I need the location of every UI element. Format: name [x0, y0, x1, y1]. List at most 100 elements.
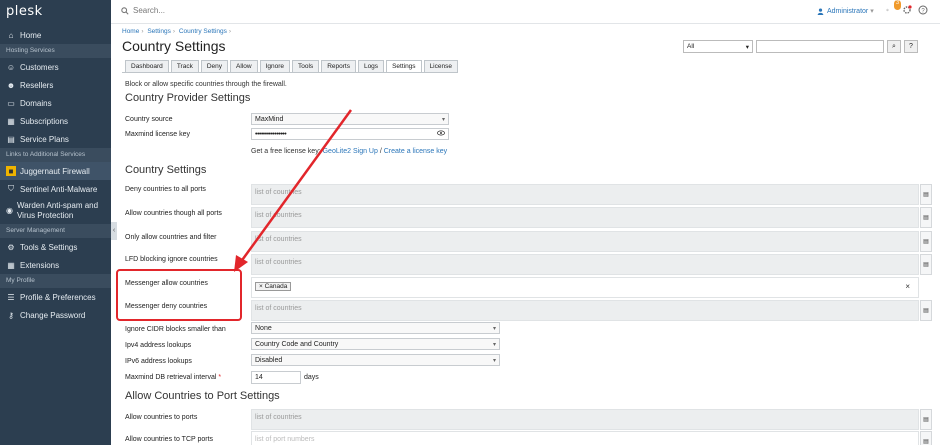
geolite-signup-link[interactable]: GeoLite2 Sign Up [323, 148, 378, 155]
sidebar-section-1: Hosting Services [0, 44, 111, 58]
search-icon [121, 6, 129, 15]
users-icon: ☺ [6, 62, 16, 72]
license-hint-separator: / [379, 148, 382, 155]
sidebar-item-service-plans[interactable]: ▤ Service Plans [0, 130, 111, 148]
sidebar-item-label: Warden Anti-spam and Virus Protection [16, 201, 99, 220]
sidebar-item-label: Profile & Preferences [20, 292, 96, 302]
sidebar-item-label: Extensions [20, 260, 60, 270]
sidebar-item-label: Subscriptions [20, 116, 69, 126]
sidebar-section-11: Server Management [0, 224, 111, 238]
ports-picker-button[interactable]: ▤ [920, 409, 932, 430]
firewall-icon: ◼ [6, 166, 16, 176]
ports-countries-field[interactable]: list of countries [251, 409, 919, 430]
countries-picker-button[interactable]: ▤ [920, 207, 932, 228]
sidebar-item-label: Change Password [20, 310, 86, 320]
breadcrumb-settings[interactable]: Settings [147, 28, 171, 35]
ipv4-value: Country Code and Country [255, 340, 339, 348]
countries-picker-button[interactable]: ▤ [920, 254, 932, 275]
country-source-label: Country source [125, 116, 173, 123]
sidebar-section-7: Links to Additional Services [0, 148, 111, 162]
countries-field[interactable]: list of countries [251, 300, 919, 321]
page-title: Country Settings [122, 38, 226, 54]
country-tag-label: Canada [264, 283, 288, 290]
sidebar-item-extensions[interactable]: ▦ Extensions [0, 256, 111, 274]
country-settings-heading: Country Settings [125, 164, 207, 176]
ipv6-select[interactable]: Disabled ▾ [251, 354, 500, 366]
list-icon: ▤ [923, 439, 929, 445]
cidr-value: None [255, 324, 272, 332]
license-hint: Get a free license key: GeoLite2 Sign Up… [251, 148, 447, 155]
tcp-ports-field[interactable]: list of port numbers [251, 431, 919, 445]
notifications-button[interactable]: 3 [886, 0, 901, 15]
gear-icon [886, 8, 889, 12]
list-filter: All ▾ ⌕ ? [683, 40, 918, 53]
sidebar-item-sentinel-anti-malware[interactable]: ⛉ Sentinel Anti-Malware [0, 180, 111, 198]
caret-down-icon: ▾ [492, 357, 496, 364]
interval-label-text: Maxmind DB retrieval interval [125, 374, 217, 381]
sidebar-item-profile-preferences[interactable]: ☰ Profile & Preferences [0, 288, 111, 306]
interval-input[interactable]: 14 [251, 371, 301, 384]
sidebar-item-home[interactable]: ⌂ Home [0, 26, 111, 44]
breadcrumb: Home › Settings › Country Settings › [122, 28, 232, 35]
sidebar-collapse-toggle[interactable]: ‹ [111, 222, 117, 240]
updates-button[interactable] [902, 5, 912, 15]
sidebar-item-label: Service Plans [20, 134, 69, 144]
countries-placeholder: list of countries [255, 189, 302, 196]
monitor-icon: ▭ [7, 98, 15, 108]
plesk-logo[interactable]: plesk [0, 0, 111, 26]
countries-picker-button[interactable]: ▤ [920, 231, 932, 252]
sidebar-item-warden-anti-spam-and-virus-protection[interactable]: ◉ Warden Anti-spam and Virus Protection [0, 198, 111, 224]
license-key-label: Maxmind license key [125, 131, 190, 138]
user-menu[interactable]: Administrator ▾ [817, 7, 874, 15]
create-license-link[interactable]: Create a license key [384, 148, 447, 155]
country-row-label: Only allow countries and filter [125, 234, 217, 241]
countries-picker-button[interactable]: ▤ [920, 184, 932, 205]
port-settings-heading: Allow Countries to Port Settings [125, 390, 280, 402]
breadcrumb-home[interactable]: Home [122, 28, 139, 35]
interval-label: Maxmind DB retrieval interval * [125, 374, 221, 381]
filter-select[interactable]: All ▾ [683, 40, 753, 53]
sidebar-item-juggernaut-firewall[interactable]: ◼ Juggernaut Firewall [0, 162, 111, 180]
countries-field[interactable]: list of countries [251, 184, 919, 205]
eye-icon[interactable] [437, 130, 445, 138]
help-button[interactable]: ? [918, 5, 928, 15]
sidebar-item-tools-settings[interactable]: ⚙ Tools & Settings [0, 238, 111, 256]
tcp-ports-placeholder: list of port numbers [255, 436, 315, 443]
search-icon: ⌕ [892, 42, 896, 50]
tcp-ports-picker-button[interactable]: ▤ [920, 431, 932, 445]
chevron-down-icon: ▾ [870, 8, 874, 15]
filter-search-button[interactable]: ⌕ [887, 40, 901, 53]
caret-down-icon: ▾ [745, 43, 749, 51]
sidebar-item-domains[interactable]: ▭ Domains [0, 94, 111, 112]
countries-placeholder: list of countries [255, 212, 302, 219]
countries-picker-button[interactable]: ▤ [920, 300, 932, 321]
country-tag[interactable]: × Canada [255, 282, 292, 291]
filter-input[interactable] [756, 40, 884, 53]
filter-select-value: All [687, 43, 695, 50]
sidebar-item-subscriptions[interactable]: ▦ Subscriptions [0, 112, 111, 130]
countries-field[interactable]: list of countries [251, 231, 919, 252]
country-row-label: Allow countries though all ports [125, 210, 222, 217]
sidebar-item-resellers[interactable]: ☻ Resellers [0, 76, 111, 94]
cidr-select[interactable]: None ▾ [251, 322, 500, 334]
shield-icon: ⛉ [8, 184, 14, 193]
key-icon: ⚷ [8, 310, 14, 320]
tab-divider [122, 72, 452, 73]
countries-field[interactable]: × Canada × [251, 277, 919, 298]
breadcrumb-country-settings[interactable]: Country Settings [179, 28, 227, 35]
country-source-select[interactable]: MaxMind ▾ [251, 113, 449, 125]
ipv4-select[interactable]: Country Code and Country ▾ [251, 338, 500, 350]
list-icon: ▤ [923, 215, 929, 221]
tcp-ports-label: Allow countries to TCP ports [125, 436, 214, 443]
clear-icon[interactable]: × [905, 282, 910, 291]
required-mark: * [218, 374, 222, 381]
sidebar-item-label: Tools & Settings [20, 242, 78, 252]
sidebar-item-change-password[interactable]: ⚷ Change Password [0, 306, 111, 324]
license-key-input[interactable]: •••••••••••••••• [251, 128, 449, 140]
countries-field[interactable]: list of countries [251, 207, 919, 228]
countries-field[interactable]: list of countries [251, 254, 919, 275]
ipv6-value: Disabled [255, 356, 283, 364]
sidebar-item-customers[interactable]: ☺ Customers [0, 58, 111, 76]
filter-help-button[interactable]: ? [904, 40, 918, 53]
global-search[interactable]: Search... [121, 6, 165, 15]
